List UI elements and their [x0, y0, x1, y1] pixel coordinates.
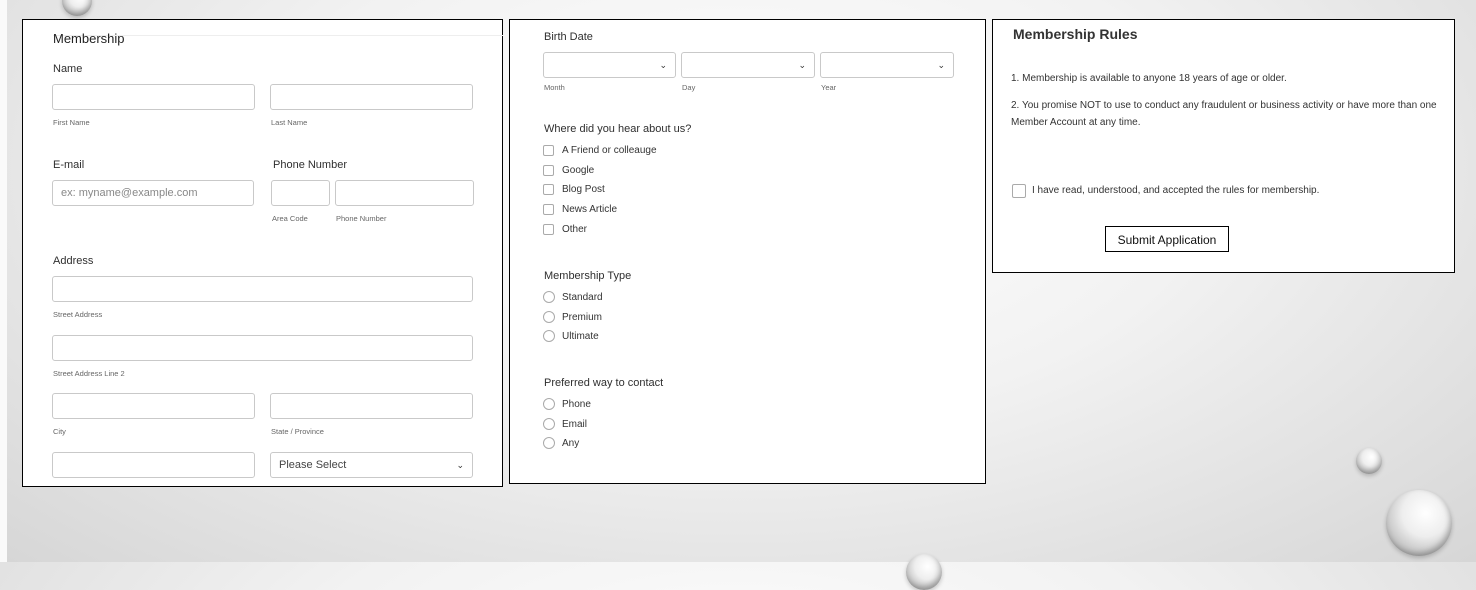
rule-2: 2. You promise NOT to use to conduct any… — [1011, 100, 1437, 128]
rules-panel: Membership Rules 1. Membership is availa… — [992, 19, 1455, 273]
section-title: Membership — [53, 31, 125, 46]
month-sublabel: Month — [544, 83, 565, 92]
accept-rules-label: I have read, understood, and accepted th… — [1032, 185, 1320, 196]
hear-about-label: Where did you hear about us? — [544, 123, 692, 135]
contact-label: Preferred way to contact — [544, 377, 664, 389]
street-address-2-sublabel: Street Address Line 2 — [53, 369, 125, 378]
bubble-decoration-icon — [1356, 448, 1382, 474]
membership-type-label: Membership Type — [544, 270, 632, 282]
hear-friend-checkbox[interactable] — [543, 145, 554, 156]
bubble-decoration-icon — [1386, 490, 1452, 556]
chevron-down-icon: ⌄ — [456, 460, 464, 470]
birth-month-select[interactable]: ⌄ — [543, 52, 676, 78]
hear-friend-label: A Friend or colleauge — [562, 145, 657, 156]
year-sublabel: Year — [821, 83, 837, 92]
type-standard-label: Standard — [562, 292, 603, 303]
membership-form-panel: Membership Name First Name Last Name E-m… — [22, 19, 503, 487]
address-label: Address — [53, 255, 94, 267]
rules-title: Membership Rules — [1013, 26, 1138, 42]
street-address-sublabel: Street Address — [53, 310, 103, 319]
slide-edge — [0, 0, 7, 562]
email-placeholder: ex: myname@example.com — [61, 187, 198, 199]
accept-rules-checkbox[interactable] — [1012, 184, 1026, 198]
city-input[interactable] — [52, 393, 255, 419]
bubble-decoration-icon — [906, 554, 942, 590]
phone-number-sublabel: Phone Number — [336, 214, 387, 223]
first-name-sublabel: First Name — [53, 118, 90, 127]
first-name-input[interactable] — [52, 84, 255, 110]
postal-code-input[interactable] — [52, 452, 255, 478]
state-sublabel: State / Province — [271, 427, 324, 436]
type-standard-radio[interactable] — [543, 291, 555, 303]
hear-google-label: Google — [562, 165, 595, 176]
rule-1: 1. Membership is available to anyone 18 … — [1011, 73, 1287, 84]
phone-label: Phone Number — [273, 159, 347, 171]
street-address-input[interactable] — [52, 276, 473, 302]
hear-other-checkbox[interactable] — [543, 224, 554, 235]
country-select-value: Please Select — [279, 459, 347, 471]
contact-email-label: Email — [562, 419, 588, 430]
hear-news-checkbox[interactable] — [543, 204, 554, 215]
type-ultimate-label: Ultimate — [562, 331, 599, 342]
phone-number-input[interactable] — [335, 180, 474, 206]
state-input[interactable] — [270, 393, 473, 419]
bubble-decoration-icon — [62, 0, 92, 16]
city-sublabel: City — [53, 427, 66, 436]
day-sublabel: Day — [682, 83, 696, 92]
hear-blog-checkbox[interactable] — [543, 184, 554, 195]
contact-any-label: Any — [562, 438, 580, 449]
type-premium-radio[interactable] — [543, 311, 555, 323]
last-name-input[interactable] — [270, 84, 473, 110]
survey-panel: Birth Date ⌄ ⌄ ⌄ Month Day Year Where di… — [509, 19, 986, 484]
contact-any-radio[interactable] — [543, 437, 555, 449]
type-premium-label: Premium — [562, 312, 603, 323]
chevron-down-icon: ⌄ — [937, 60, 945, 70]
chevron-down-icon: ⌄ — [798, 60, 806, 70]
hear-blog-label: Blog Post — [562, 184, 605, 195]
country-select[interactable]: Please Select ⌄ — [270, 452, 473, 478]
birth-year-select[interactable]: ⌄ — [820, 52, 954, 78]
contact-email-radio[interactable] — [543, 418, 555, 430]
street-address-2-input[interactable] — [52, 335, 473, 361]
email-input[interactable]: ex: myname@example.com — [52, 180, 254, 206]
hear-news-label: News Article — [562, 204, 618, 215]
chevron-down-icon: ⌄ — [659, 60, 667, 70]
last-name-sublabel: Last Name — [271, 118, 308, 127]
name-label: Name — [53, 63, 83, 75]
area-code-input[interactable] — [271, 180, 330, 206]
contact-phone-label: Phone — [562, 399, 591, 410]
birth-date-label: Birth Date — [544, 31, 593, 43]
area-code-sublabel: Area Code — [272, 214, 308, 223]
hear-google-checkbox[interactable] — [543, 165, 554, 176]
submit-application-button[interactable]: Submit Application — [1105, 226, 1229, 252]
email-label: E-mail — [53, 159, 85, 171]
type-ultimate-radio[interactable] — [543, 330, 555, 342]
contact-phone-radio[interactable] — [543, 398, 555, 410]
hear-other-label: Other — [562, 224, 588, 235]
birth-day-select[interactable]: ⌄ — [681, 52, 815, 78]
